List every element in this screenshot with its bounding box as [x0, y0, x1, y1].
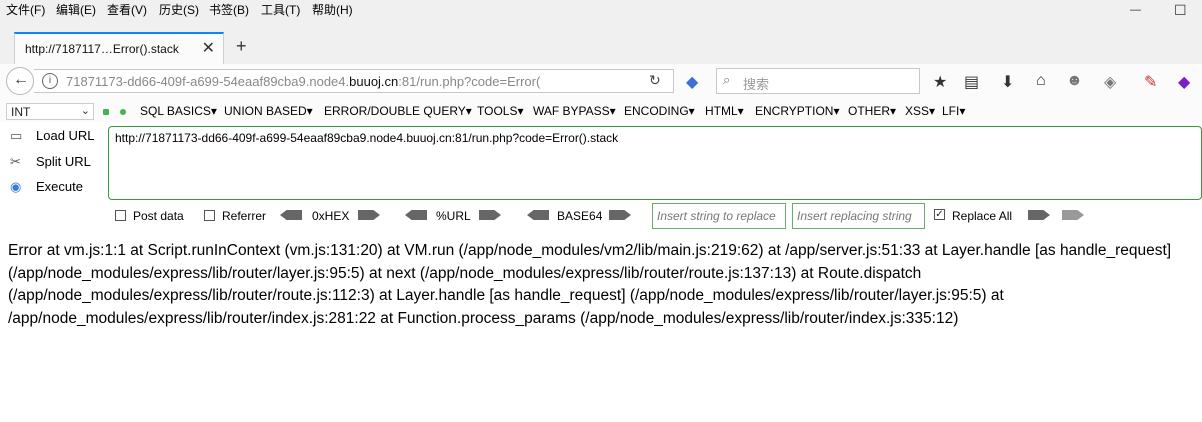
- menu-union-based[interactable]: UNION BASED▾: [224, 104, 313, 118]
- addon-search-icon[interactable]: ✎: [1144, 72, 1157, 92]
- search-icon: ⌕: [723, 72, 731, 87]
- hackbar-url-textarea[interactable]: http://71871173-dd66-409f-a699-54eaaf89c…: [108, 126, 1202, 200]
- library-icon[interactable]: ▤: [964, 72, 979, 92]
- base64-encode-arrow-icon[interactable]: [609, 210, 631, 220]
- textarea-value: http://71871173-dd66-409f-a699-54eaaf89c…: [115, 131, 619, 145]
- menu-file[interactable]: 文件(F): [6, 1, 45, 18]
- menu-tools[interactable]: 工具(T): [261, 1, 300, 18]
- minus-icon[interactable]: [103, 109, 109, 115]
- url-text: 71871173-dd66-409f-a699-54eaaf89cba9.nod…: [66, 74, 541, 89]
- insert-replacing-input[interactable]: Insert replacing string: [792, 203, 925, 229]
- replace-forward-arrow-icon[interactable]: [1028, 210, 1050, 220]
- search-placeholder: 搜索: [743, 77, 770, 92]
- bookmark-star-icon[interactable]: ★: [933, 72, 947, 92]
- addon-globe-icon[interactable]: ◈: [1104, 72, 1116, 92]
- menu-help[interactable]: 帮助(H): [312, 1, 353, 18]
- new-tab-button[interactable]: +: [236, 36, 247, 57]
- menu-bookmarks[interactable]: 书签(B): [209, 1, 249, 18]
- menu-bar: 文件(F) 编辑(E) 查看(V) 历史(S) 书签(B) 工具(T) 帮助(H…: [0, 0, 1202, 18]
- menu-tools-hackbar[interactable]: TOOLS▾: [477, 104, 523, 118]
- replace-all-checkbox[interactable]: ✓: [934, 209, 945, 220]
- tab-active[interactable]: http://7187117…Error().stack ✕: [14, 32, 224, 64]
- referrer-label: Referrer: [222, 209, 267, 223]
- url-encode-arrow-icon[interactable]: [479, 210, 501, 220]
- select-value: INT: [11, 105, 31, 119]
- download-icon[interactable]: ⬇: [1001, 72, 1014, 92]
- split-url-button[interactable]: ✂ Split URL: [10, 154, 91, 170]
- home-icon[interactable]: ⌂: [1036, 72, 1046, 90]
- menu-lfi[interactable]: LFI▾: [942, 104, 965, 118]
- split-url-icon: ✂: [10, 154, 21, 169]
- load-url-button[interactable]: ▭ Load URL: [10, 128, 95, 144]
- reload-icon[interactable]: ↻: [649, 72, 661, 89]
- url-label: %URL: [436, 209, 471, 223]
- replace-back-arrow-icon[interactable]: [1062, 210, 1084, 220]
- hex-encode-arrow-icon[interactable]: [358, 210, 380, 220]
- execute-icon: ◉: [10, 179, 22, 194]
- search-box[interactable]: ⌕ 搜索: [716, 68, 920, 94]
- url-bar[interactable]: i 71871173-dd66-409f-a699-54eaaf89cba9.n…: [34, 69, 674, 93]
- tab-title: http://7187117…Error().stack: [25, 42, 179, 56]
- hex-decode-arrow-icon[interactable]: [280, 210, 302, 220]
- load-url-icon: ▭: [10, 128, 23, 143]
- menu-xss[interactable]: XSS▾: [905, 104, 935, 118]
- menu-other[interactable]: OTHER▾: [848, 104, 896, 118]
- post-data-label: Post data: [133, 209, 184, 223]
- execute-button[interactable]: ◉ Execute: [10, 179, 83, 195]
- back-button[interactable]: ←: [6, 67, 34, 95]
- error-stack-text: Error at vm.js:1:1 at Script.runInContex…: [8, 242, 1172, 327]
- info-icon[interactable]: i: [42, 73, 58, 89]
- post-data-checkbox[interactable]: [115, 210, 126, 221]
- menu-waf-bypass[interactable]: WAF BYPASS▾: [533, 104, 616, 118]
- pocket-icon[interactable]: ◆: [686, 72, 698, 92]
- maximize-button[interactable]: ☐: [1174, 2, 1187, 19]
- replace-all-label: Replace All: [952, 209, 1013, 223]
- url-decode-arrow-icon[interactable]: [405, 210, 427, 220]
- chevron-down-icon: ⌄: [80, 105, 90, 117]
- base64-decode-arrow-icon[interactable]: [527, 210, 549, 220]
- back-arrow-icon: ←: [13, 71, 29, 88]
- insert-string-input[interactable]: Insert string to replace: [652, 203, 786, 229]
- hackbar-type-select[interactable]: INT ⌄: [6, 103, 94, 120]
- menu-view[interactable]: 查看(V): [107, 1, 147, 18]
- tab-close-icon[interactable]: ✕: [202, 38, 215, 58]
- menu-sql-basics[interactable]: SQL BASICS▾: [140, 104, 217, 118]
- referrer-checkbox[interactable]: [204, 210, 215, 221]
- minimize-button[interactable]: —: [1130, 4, 1141, 16]
- menu-html[interactable]: HTML▾: [705, 104, 744, 118]
- base64-label: BASE64: [557, 209, 603, 223]
- hackbar-addon-icon[interactable]: ◆: [1178, 72, 1190, 92]
- hex-label: 0xHEX: [312, 209, 350, 223]
- plus-icon[interactable]: [120, 109, 126, 115]
- menu-edit[interactable]: 编辑(E): [56, 1, 96, 18]
- menu-encoding[interactable]: ENCODING▾: [624, 104, 695, 118]
- addon-face-icon[interactable]: ☻: [1066, 72, 1083, 90]
- menu-encryption[interactable]: ENCRYPTION▾: [755, 104, 839, 118]
- menu-history[interactable]: 历史(S): [159, 1, 199, 18]
- menu-error-double-query[interactable]: ERROR/DOUBLE QUERY▾: [324, 104, 472, 118]
